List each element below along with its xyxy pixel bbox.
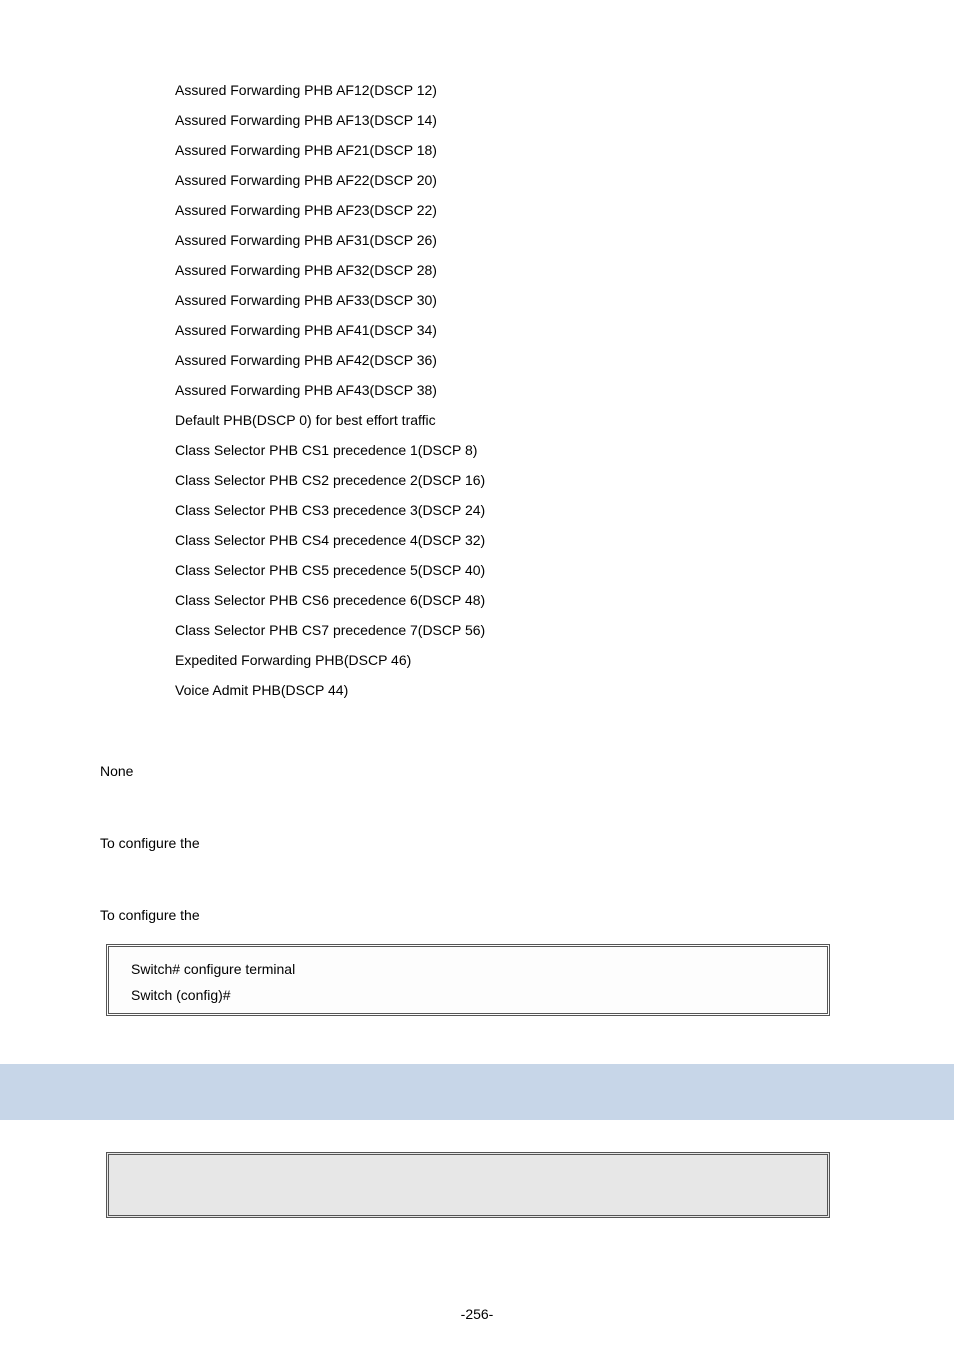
- list-item: Class Selector PHB CS5 precedence 5(DSCP…: [175, 555, 854, 585]
- list-item: Assured Forwarding PHB AF42(DSCP 36): [175, 345, 854, 375]
- gray-box: [106, 1152, 830, 1218]
- configure-text: To configure the: [100, 832, 854, 854]
- list-item: Voice Admit PHB(DSCP 44): [175, 675, 854, 705]
- list-item: Assured Forwarding PHB AF23(DSCP 22): [175, 195, 854, 225]
- none-text: None: [100, 760, 854, 782]
- list-item: Assured Forwarding PHB AF13(DSCP 14): [175, 105, 854, 135]
- list-item: Assured Forwarding PHB AF21(DSCP 18): [175, 135, 854, 165]
- terminal-box: Switch# configure terminal Switch (confi…: [106, 944, 830, 1016]
- list-item: Class Selector PHB CS7 precedence 7(DSCP…: [175, 615, 854, 645]
- list-item: Class Selector PHB CS6 precedence 6(DSCP…: [175, 585, 854, 615]
- page-number: -256-: [0, 1306, 954, 1322]
- list-item: Assured Forwarding PHB AF33(DSCP 30): [175, 285, 854, 315]
- list-item: Expedited Forwarding PHB(DSCP 46): [175, 645, 854, 675]
- list-item: Assured Forwarding PHB AF43(DSCP 38): [175, 375, 854, 405]
- configure-text: To configure the: [100, 904, 854, 926]
- terminal-line: Switch (config)#: [131, 987, 805, 1003]
- list-item: Assured Forwarding PHB AF32(DSCP 28): [175, 255, 854, 285]
- list-item: Assured Forwarding PHB AF22(DSCP 20): [175, 165, 854, 195]
- list-item: Assured Forwarding PHB AF31(DSCP 26): [175, 225, 854, 255]
- list-item: Assured Forwarding PHB AF12(DSCP 12): [175, 75, 854, 105]
- list-item: Class Selector PHB CS3 precedence 3(DSCP…: [175, 495, 854, 525]
- phb-list: Assured Forwarding PHB AF12(DSCP 12) Ass…: [175, 75, 854, 705]
- list-item: Default PHB(DSCP 0) for best effort traf…: [175, 405, 854, 435]
- terminal-line: Switch# configure terminal: [131, 961, 805, 977]
- list-item: Class Selector PHB CS2 precedence 2(DSCP…: [175, 465, 854, 495]
- list-item: Class Selector PHB CS1 precedence 1(DSCP…: [175, 435, 854, 465]
- list-item: Class Selector PHB CS4 precedence 4(DSCP…: [175, 525, 854, 555]
- blue-banner: [0, 1064, 954, 1120]
- list-item: Assured Forwarding PHB AF41(DSCP 34): [175, 315, 854, 345]
